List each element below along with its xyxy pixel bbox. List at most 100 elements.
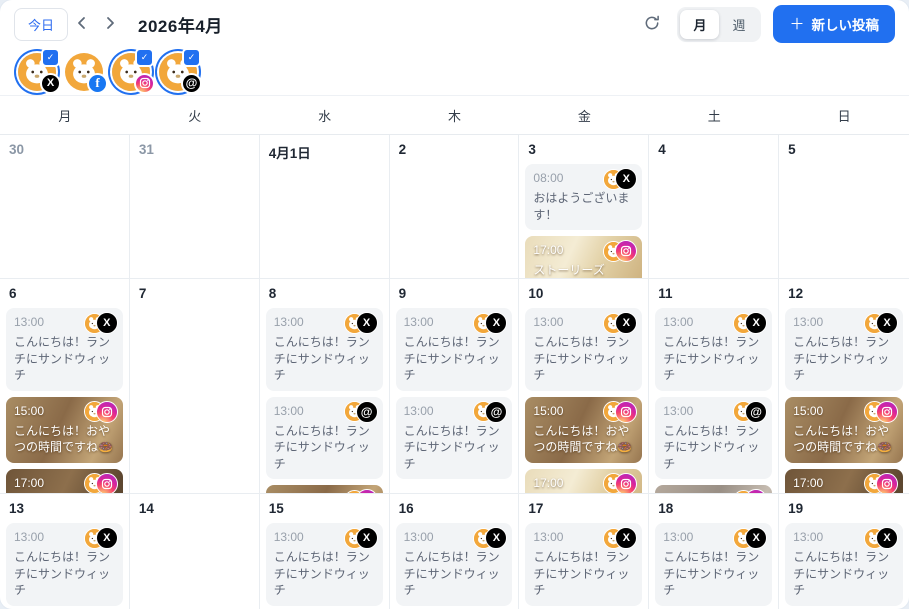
- toolbar: 今日 2026年4月 月 週 ＋ 新しい投稿: [0, 0, 909, 48]
- x-icon: X: [615, 168, 637, 190]
- weekday-label: 日: [779, 96, 909, 134]
- instagram-icon: [134, 73, 155, 94]
- view-month-button[interactable]: 月: [680, 10, 719, 39]
- event-badges: [603, 473, 637, 493]
- calendar-cell[interactable]: 6 13:00Xこんにちは！ランチにサンドウィッチ15:00こんにちは！おやつの時…: [0, 279, 130, 493]
- date-label: 18: [658, 501, 772, 516]
- event-card[interactable]: 13:00Xこんにちは！ランチにサンドウィッチ: [6, 308, 123, 391]
- account-avatar-threads[interactable]: ✓@: [159, 53, 197, 91]
- event-card[interactable]: 13:00Xこんにちは！ランチにサンドウィッチ: [396, 523, 513, 606]
- threads-icon: @: [181, 73, 202, 94]
- event-badges: X: [473, 527, 507, 549]
- calendar-cell[interactable]: 1713:00Xこんにちは！ランチにサンドウィッチ15:00@: [519, 494, 649, 609]
- instagram-icon: [356, 489, 378, 493]
- event-text: おはようございます！: [533, 190, 634, 223]
- event-card[interactable]: 13:00Xこんにちは！ランチにサンドウィッチ: [655, 308, 772, 391]
- event-text: こんにちは！ランチにサンドウィッチ: [274, 549, 375, 599]
- event-card[interactable]: 13:00Xこんにちは！ランチにサンドウィッチ: [525, 308, 642, 391]
- event-card[interactable]: 17:00ストーリーズ: [266, 485, 383, 493]
- calendar-week: 1313:00Xこんにちは！ランチにサンドウィッチ13:00@141513:00…: [0, 494, 909, 609]
- calendar-cell[interactable]: 1813:00Xこんにちは！ランチにサンドウィッチ15:00@: [649, 494, 779, 609]
- event-badges: [84, 473, 118, 493]
- event-badges: X: [344, 312, 378, 334]
- date-label: 31: [139, 142, 253, 157]
- weekday-label: 水: [260, 96, 390, 134]
- account-avatar-x[interactable]: ✓X: [18, 53, 56, 91]
- date-label: 10: [528, 286, 642, 301]
- calendar-cell[interactable]: 1213:00Xこんにちは！ランチにサンドウィッチ15:00こんにちは！おやつの…: [779, 279, 909, 493]
- calendar-cell[interactable]: 308:00Xおはようございます！17:00ストーリーズ: [519, 135, 649, 278]
- event-badges: X: [84, 312, 118, 334]
- event-card[interactable]: 13:00@こんにちは！ランチにサンドウィッチ: [655, 397, 772, 480]
- event-text: こんにちは！ランチにサンドウィッチ: [404, 423, 505, 473]
- calendar-grid: 30314月1日2308:00Xおはようございます！17:00ストーリーズ456…: [0, 135, 909, 609]
- today-button[interactable]: 今日: [14, 8, 68, 41]
- calendar-cell[interactable]: 1913:00Xこんにちは！ランチにサンドウィッチ15:00@: [779, 494, 909, 609]
- date-label: 11: [658, 286, 772, 301]
- x-icon: X: [96, 527, 118, 549]
- event-badges: [733, 489, 767, 493]
- account-avatar-facebook[interactable]: f: [65, 53, 103, 91]
- calendar-cell[interactable]: 1313:00Xこんにちは！ランチにサンドウィッチ13:00@: [0, 494, 130, 609]
- event-card[interactable]: 13:00Xこんにちは！ランチにサンドウィッチ: [266, 523, 383, 606]
- event-card[interactable]: 13:00Xこんにちは！ランチにサンドウィッチ: [785, 523, 903, 606]
- event-card[interactable]: 13:00Xこんにちは！ランチにサンドウィッチ: [266, 308, 383, 391]
- event-time: 17:00: [274, 492, 304, 493]
- new-post-button[interactable]: ＋ 新しい投稿: [773, 5, 895, 43]
- date-label: 17: [528, 501, 642, 516]
- event-badges: X: [603, 168, 637, 190]
- event-text: こんにちは！ランチにサンドウィッチ: [793, 549, 895, 599]
- event-card[interactable]: 17:00ストーリーズ: [525, 469, 642, 493]
- view-week-button[interactable]: 週: [719, 10, 758, 39]
- prev-month-button[interactable]: [70, 11, 94, 38]
- check-badge-icon: ✓: [135, 48, 154, 67]
- calendar-cell[interactable]: 4月1日: [260, 135, 390, 278]
- calendar-cell[interactable]: 1513:00Xこんにちは！ランチにサンドウィッチ15:00X: [260, 494, 390, 609]
- event-card[interactable]: 17:00ストーリーズ: [655, 485, 772, 493]
- event-card[interactable]: 08:00Xおはようございます！: [525, 164, 642, 230]
- calendar-cell[interactable]: 813:00Xこんにちは！ランチにサンドウィッチ13:00@こんにちは！ランチに…: [260, 279, 390, 493]
- event-text: こんにちは！ランチにサンドウィッチ: [404, 334, 505, 384]
- event-card[interactable]: 13:00@こんにちは！ランチにサンドウィッチ: [396, 397, 513, 480]
- event-badges: X: [733, 527, 767, 549]
- event-card[interactable]: 13:00Xこんにちは！ランチにサンドウィッチ: [525, 523, 642, 606]
- calendar-cell[interactable]: 30: [0, 135, 130, 278]
- event-badges: X: [864, 312, 898, 334]
- event-badges: [603, 240, 637, 262]
- calendar-cell[interactable]: 5: [779, 135, 909, 278]
- event-card[interactable]: 13:00Xこんにちは！ランチにサンドウィッチ: [785, 308, 903, 391]
- event-card[interactable]: 15:00こんにちは！おやつの時間ですね🍩: [6, 397, 123, 463]
- calendar-cell[interactable]: 4: [649, 135, 779, 278]
- calendar-cell[interactable]: 10 13:00Xこんにちは！ランチにサンドウィッチ15:00こんにちは！おやつの…: [519, 279, 649, 493]
- event-card[interactable]: 17:00ストーリーズ: [525, 236, 642, 278]
- event-badges: [344, 489, 378, 493]
- event-card[interactable]: 17:00ストーリーズ: [6, 469, 123, 493]
- calendar-cell[interactable]: 14: [130, 494, 260, 609]
- next-month-button[interactable]: [98, 11, 122, 38]
- event-card[interactable]: 13:00Xこんにちは！ランチにサンドウィッチ: [6, 523, 123, 606]
- event-text: こんにちは！ランチにサンドウィッチ: [663, 549, 764, 599]
- calendar-cell[interactable]: 31: [130, 135, 260, 278]
- event-card[interactable]: 13:00@こんにちは！ランチにサンドウィッチ: [266, 397, 383, 480]
- event-time: 15:00: [793, 404, 823, 418]
- calendar-cell[interactable]: 2: [390, 135, 520, 278]
- event-card[interactable]: 15:00こんにちは！おやつの時間ですね🍩: [785, 397, 903, 463]
- calendar-cell[interactable]: 7: [130, 279, 260, 493]
- event-time: 13:00: [663, 530, 693, 544]
- event-time: 13:00: [793, 530, 823, 544]
- x-icon: X: [356, 312, 378, 334]
- date-label: 6: [9, 286, 123, 301]
- calendar-cell[interactable]: 1613:00Xこんにちは！ランチにサンドウィッチ13:00@: [390, 494, 520, 609]
- event-time: 17:00: [793, 476, 823, 490]
- event-card[interactable]: 17:00ストーリーズ: [785, 469, 903, 493]
- x-icon: X: [485, 312, 507, 334]
- refresh-button[interactable]: [639, 10, 665, 39]
- event-card[interactable]: 15:00こんにちは！おやつの時間ですね🍩: [525, 397, 642, 463]
- weekday-label: 金: [519, 96, 649, 134]
- event-time: 15:00: [14, 404, 44, 418]
- calendar-cell[interactable]: 913:00Xこんにちは！ランチにサンドウィッチ13:00@こんにちは！ランチに…: [390, 279, 520, 493]
- calendar-cell[interactable]: 11 13:00Xこんにちは！ランチにサンドウィッチ13:00@こんにちは！ランチ…: [649, 279, 779, 493]
- event-card[interactable]: 13:00Xこんにちは！ランチにサンドウィッチ: [396, 308, 513, 391]
- account-avatar-instagram[interactable]: ✓: [112, 53, 150, 91]
- event-card[interactable]: 13:00 Xこんにちは！ランチにサンドウィッチ: [655, 523, 772, 606]
